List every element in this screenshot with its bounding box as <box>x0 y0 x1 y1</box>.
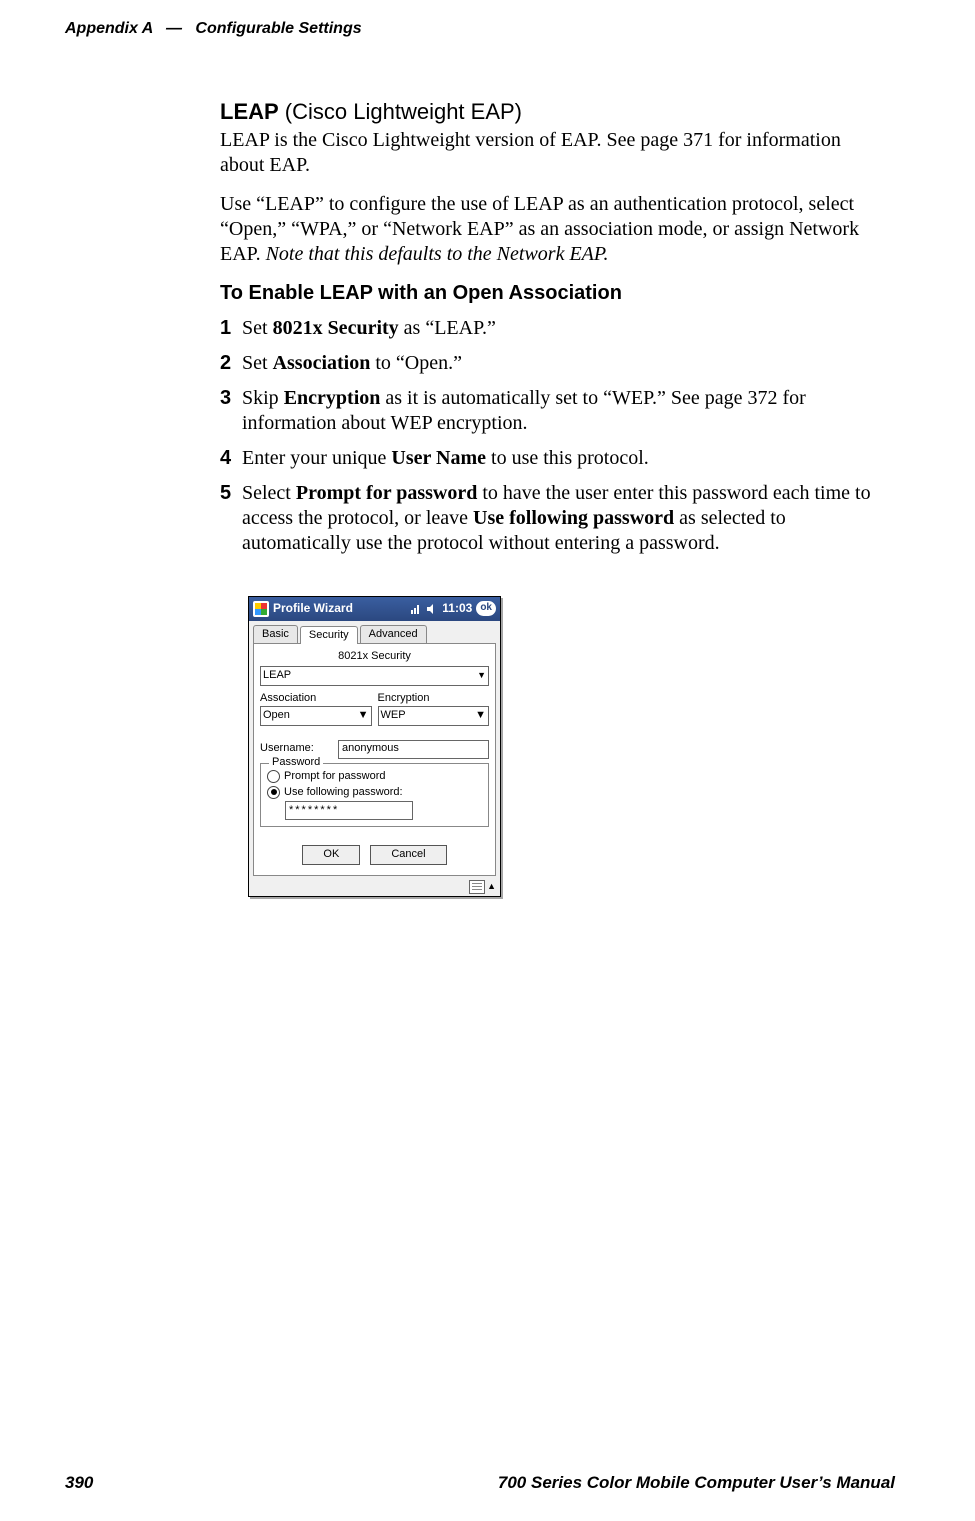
association-label: Association <box>260 692 372 706</box>
username-field[interactable]: anonymous <box>338 740 489 759</box>
step-text: Set 8021x Security as “LEAP.” <box>242 316 885 341</box>
security-combo[interactable]: LEAP ▼ <box>260 666 489 686</box>
password-value: ******** <box>289 804 339 818</box>
connectivity-icon[interactable] <box>410 603 422 615</box>
association-value: Open <box>263 709 290 723</box>
sip-arrow-icon[interactable]: ▲ <box>487 881 496 892</box>
radio-prompt-row[interactable]: Prompt for password <box>267 770 482 784</box>
step-number: 4 <box>220 446 242 471</box>
association-combo[interactable]: Open ▼ <box>260 706 372 726</box>
radio-prompt-label: Prompt for password <box>284 770 385 784</box>
profile-wizard-screenshot: Profile Wizard 11:03 ok Basic Security <box>248 596 501 898</box>
password-groupbox: Password Prompt for password Use followi… <box>260 763 489 828</box>
encryption-value: WEP <box>381 709 406 723</box>
cancel-button[interactable]: Cancel <box>370 845 446 865</box>
radio-use-following[interactable] <box>267 786 280 799</box>
clock-label: 11:03 <box>442 601 472 616</box>
step-number: 1 <box>220 316 242 341</box>
step-5: 5 Select Prompt for password to have the… <box>220 481 885 556</box>
step-text: Set Association to “Open.” <box>242 351 885 376</box>
speaker-icon[interactable] <box>426 603 438 615</box>
p2-italic: Note that this defaults to the Network E… <box>266 243 609 265</box>
subheading: To Enable LEAP with an Open Association <box>220 281 885 306</box>
step-text: Select Prompt for password to have the u… <box>242 481 885 556</box>
encryption-combo[interactable]: WEP ▼ <box>378 706 490 726</box>
encryption-label: Encryption <box>378 692 490 706</box>
window-titlebar: Profile Wizard 11:03 ok <box>249 597 500 621</box>
password-legend: Password <box>269 756 323 770</box>
content-area: LEAP (Cisco Lightweight EAP) LEAP is the… <box>220 98 885 897</box>
tab-advanced[interactable]: Advanced <box>360 625 427 644</box>
tab-basic[interactable]: Basic <box>253 625 298 644</box>
window-title: Profile Wizard <box>273 601 353 616</box>
manual-title: 700 Series Color Mobile Computer User’s … <box>498 1473 895 1493</box>
step-number: 3 <box>220 386 242 436</box>
section-heading: LEAP (Cisco Lightweight EAP) <box>220 98 885 126</box>
radio-prompt[interactable] <box>267 770 280 783</box>
steps-list: 1 Set 8021x Security as “LEAP.” 2 Set As… <box>220 316 885 556</box>
paragraph-1: LEAP is the Cisco Lightweight version of… <box>220 128 885 178</box>
security-panel: 8021x Security LEAP ▼ Association Open ▼ <box>253 643 496 876</box>
step-1: 1 Set 8021x Security as “LEAP.” <box>220 316 885 341</box>
security-combo-value: LEAP <box>263 669 291 683</box>
username-value: anonymous <box>342 742 399 756</box>
page: Appendix A — Configurable Settings LEAP … <box>0 0 975 1521</box>
step-2: 2 Set Association to “Open.” <box>220 351 885 376</box>
ok-close-button[interactable]: ok <box>476 601 496 616</box>
page-footer: 390 700 Series Color Mobile Computer Use… <box>65 1473 895 1493</box>
tabs: Basic Security Advanced <box>251 623 498 644</box>
radio-use-row[interactable]: Use following password: <box>267 786 482 800</box>
paragraph-2: Use “LEAP” to configure the use of LEAP … <box>220 192 885 267</box>
chevron-down-icon: ▼ <box>477 670 486 681</box>
ok-button[interactable]: OK <box>302 845 360 865</box>
header-title: Configurable Settings <box>195 20 361 37</box>
appendix-label: Appendix A <box>65 20 153 37</box>
chevron-down-icon: ▼ <box>358 709 369 723</box>
start-icon[interactable] <box>253 601 269 617</box>
heading-rest: (Cisco Lightweight EAP) <box>279 99 522 124</box>
radio-use-label: Use following password: <box>284 786 403 800</box>
step-3: 3 Skip Encryption as it is automatically… <box>220 386 885 436</box>
password-field[interactable]: ******** <box>285 801 413 820</box>
running-header: Appendix A — Configurable Settings <box>65 20 895 38</box>
window-body: Basic Security Advanced 8021x Security L… <box>249 621 500 879</box>
step-number: 2 <box>220 351 242 376</box>
step-number: 5 <box>220 481 242 556</box>
page-number: 390 <box>65 1473 93 1493</box>
header-separator: — <box>166 20 182 37</box>
keyboard-icon[interactable] <box>469 880 485 894</box>
chevron-down-icon: ▼ <box>475 709 486 723</box>
step-4: 4 Enter your unique User Name to use thi… <box>220 446 885 471</box>
security-group-label: 8021x Security <box>260 650 489 664</box>
tab-security[interactable]: Security <box>300 626 358 645</box>
sip-bar: ▲ <box>249 878 500 896</box>
step-text: Skip Encryption as it is automatically s… <box>242 386 885 436</box>
step-text: Enter your unique User Name to use this … <box>242 446 885 471</box>
username-label: Username: <box>260 742 330 756</box>
heading-bold: LEAP <box>220 99 279 124</box>
